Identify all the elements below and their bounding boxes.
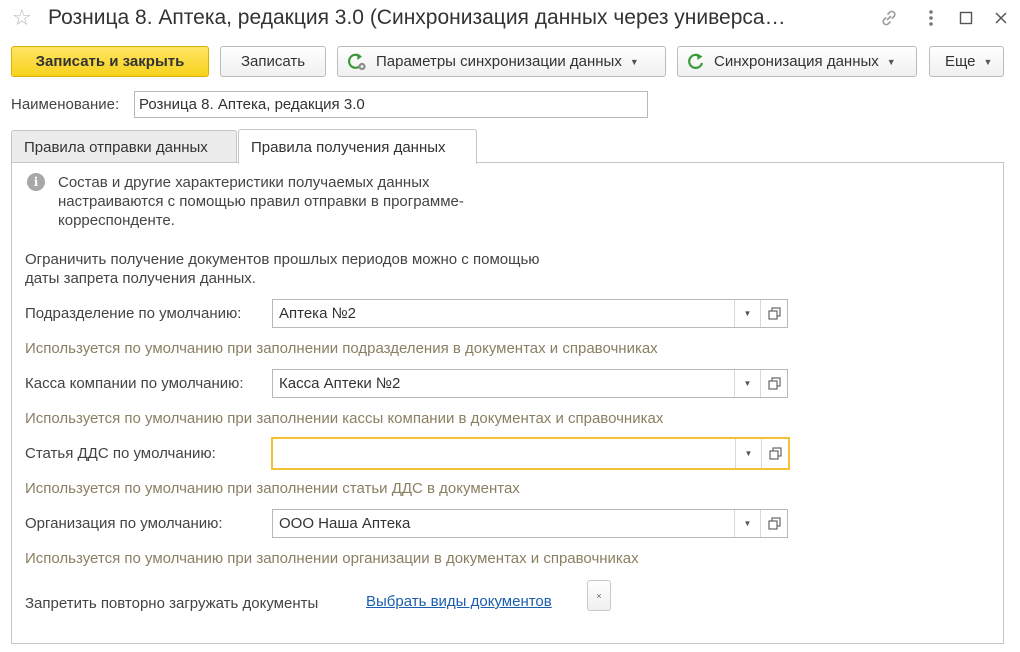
info-text: Состав и другие характеристики получаемы…: [58, 174, 464, 229]
chevron-down-icon: ▼: [629, 56, 639, 67]
department-field[interactable]: Аптека №2 ▼: [272, 299, 788, 328]
name-label: Наименование:: [11, 96, 120, 113]
tab-receive-rules-label: Правила получения данных: [251, 138, 446, 156]
cashflow-item-field[interactable]: ▼: [271, 437, 790, 470]
open-form-icon[interactable]: [760, 300, 787, 327]
open-form-icon[interactable]: [761, 439, 788, 468]
cashbox-hint: Используется по умолчанию при заполнении…: [25, 410, 664, 427]
link-icon[interactable]: [876, 6, 902, 30]
chevron-down-icon[interactable]: ▼: [734, 370, 760, 397]
tab-receive-rules[interactable]: Правила получения данных: [238, 129, 477, 164]
choose-doc-types-link[interactable]: Выбрать виды документов: [366, 593, 552, 610]
organization-value[interactable]: ООО Наша Аптека: [273, 510, 734, 537]
maximize-icon[interactable]: [953, 6, 979, 30]
open-form-icon[interactable]: [760, 370, 787, 397]
sync-icon: [686, 52, 706, 72]
organization-label: Организация по умолчанию:: [25, 515, 223, 532]
sync-label: Синхронизация данных: [714, 53, 879, 70]
chevron-down-icon[interactable]: ▼: [734, 510, 760, 537]
cashbox-value[interactable]: Касса Аптеки №2: [273, 370, 734, 397]
sync-button[interactable]: Синхронизация данных ▼: [677, 46, 917, 77]
department-hint: Используется по умолчанию при заполнении…: [25, 340, 658, 357]
more-button[interactable]: Еще ▼: [929, 46, 1004, 77]
save-button[interactable]: Записать: [220, 46, 326, 77]
tab-send-rules[interactable]: Правила отправки данных: [11, 130, 237, 163]
open-form-icon[interactable]: [760, 510, 787, 537]
sync-gear-icon: [346, 52, 368, 72]
tab-send-rules-label: Правила отправки данных: [24, 138, 208, 156]
sync-params-label: Параметры синхронизации данных: [376, 53, 622, 70]
cashflow-item-value[interactable]: [273, 439, 735, 468]
cashflow-item-hint: Используется по умолчанию при заполнении…: [25, 480, 520, 497]
organization-field[interactable]: ООО Наша Аптека ▼: [272, 509, 788, 538]
save-and-close-label: Записать и закрыть: [35, 53, 185, 70]
forbid-reload-label: Запретить повторно загружать документы: [25, 595, 319, 612]
department-label: Подразделение по умолчанию:: [25, 305, 242, 322]
sync-params-button[interactable]: Параметры синхронизации данных ▼: [337, 46, 666, 77]
cashbox-label: Касса компании по умолчанию:: [25, 375, 244, 392]
info-icon: i: [27, 173, 45, 191]
chevron-down-icon: ▼: [886, 56, 896, 67]
name-input[interactable]: [134, 91, 648, 118]
favorite-star-icon[interactable]: ☆: [12, 6, 32, 30]
close-icon[interactable]: [988, 6, 1014, 30]
chevron-down-icon[interactable]: ▼: [735, 439, 761, 468]
more-kebab-icon[interactable]: [918, 6, 944, 30]
save-label: Записать: [240, 53, 306, 70]
chevron-down-icon: ▼: [983, 56, 993, 67]
chevron-down-icon[interactable]: ▼: [734, 300, 760, 327]
save-and-close-button[interactable]: Записать и закрыть: [11, 46, 209, 77]
organization-hint: Используется по умолчанию при заполнении…: [25, 550, 639, 567]
clear-selection-button[interactable]: ×: [587, 580, 611, 611]
tab-content-panel: [11, 162, 1004, 644]
note-text: Ограничить получение документов прошлых …: [25, 251, 540, 287]
cashflow-item-label: Статья ДДС по умолчанию:: [25, 445, 216, 462]
department-value[interactable]: Аптека №2: [273, 300, 734, 327]
cashbox-field[interactable]: Касса Аптеки №2 ▼: [272, 369, 788, 398]
window-title: Розница 8. Аптека, редакция 3.0 (Синхрон…: [48, 6, 786, 29]
more-label: Еще: [945, 53, 976, 70]
